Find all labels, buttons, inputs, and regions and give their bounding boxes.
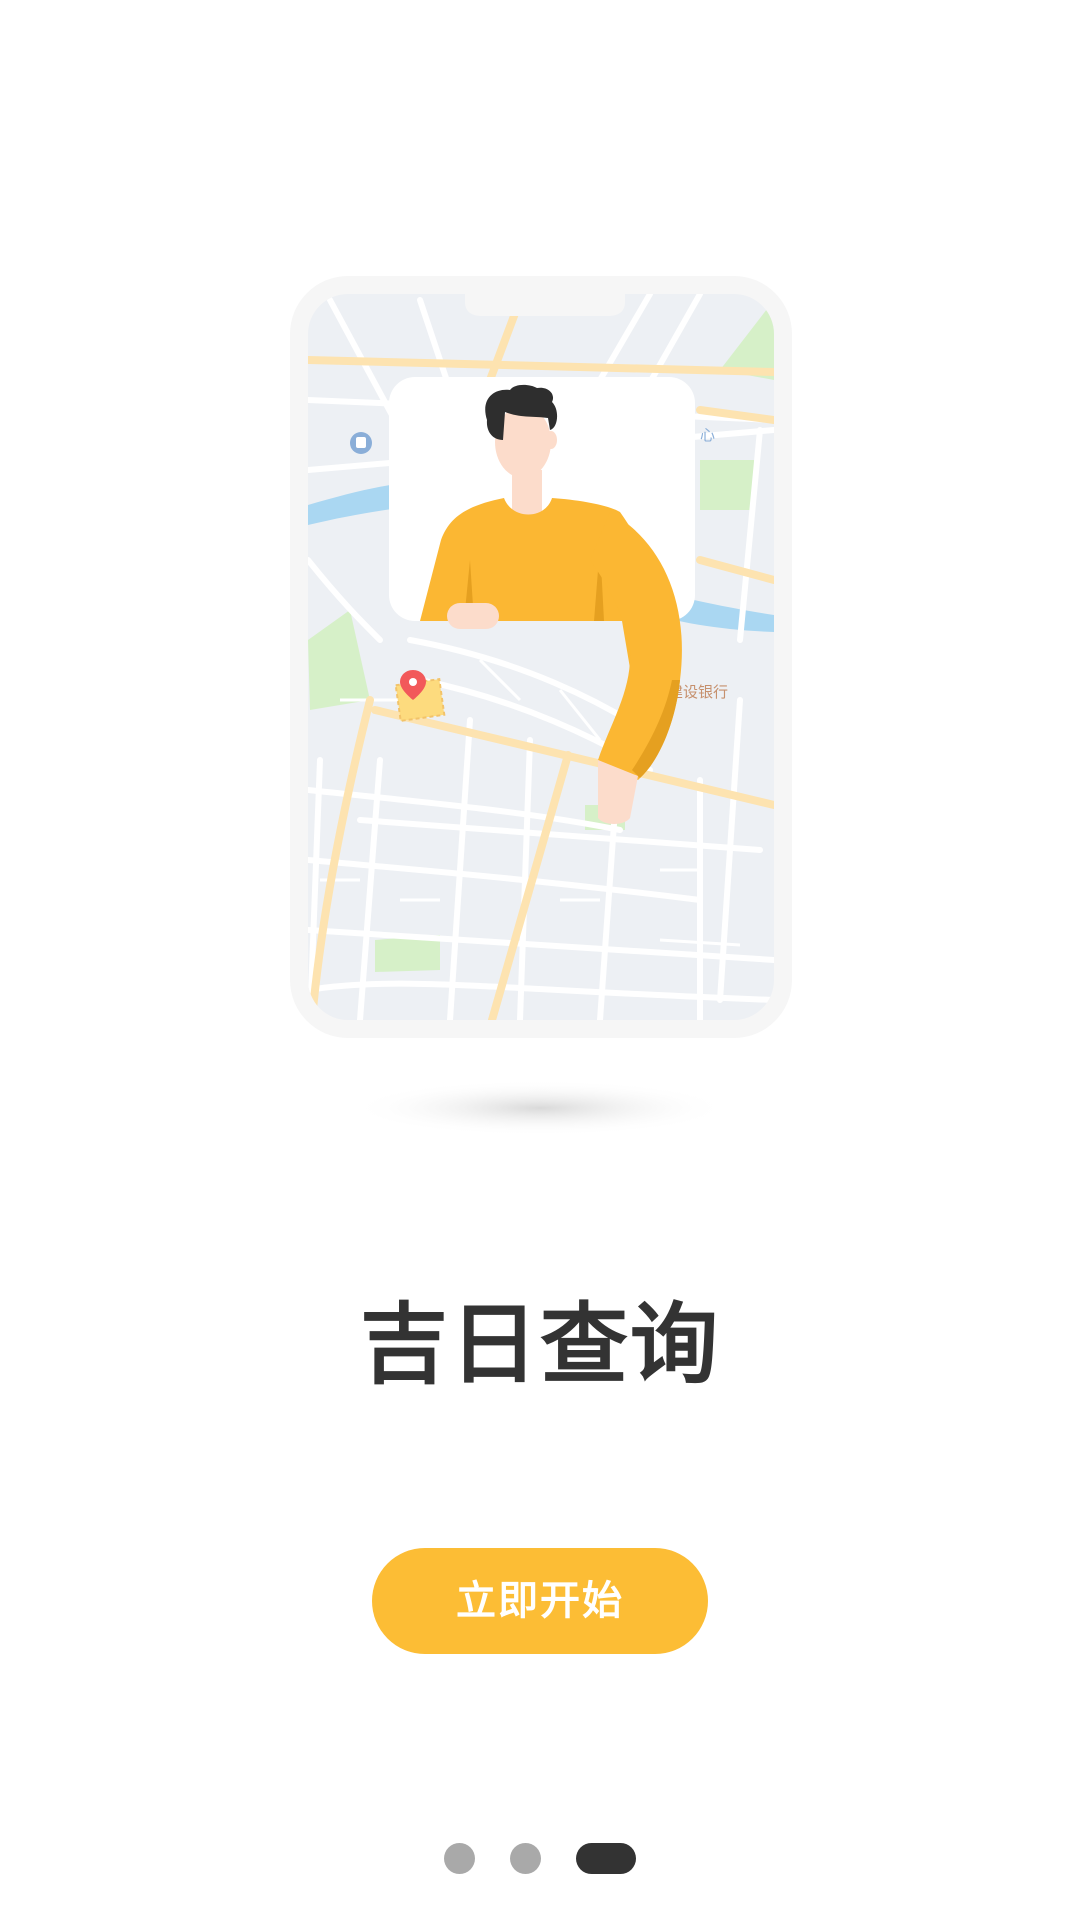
phone-shadow xyxy=(350,1080,730,1136)
start-now-button[interactable]: 立即开始 xyxy=(372,1548,708,1654)
page-dot-3-active[interactable] xyxy=(576,1843,636,1874)
page-dot-2[interactable] xyxy=(510,1843,541,1874)
phone-notch xyxy=(465,294,625,316)
feature-title: 吉日查询 xyxy=(359,1293,720,1396)
page-indicator xyxy=(0,1843,1080,1875)
page-dot-1[interactable] xyxy=(444,1843,475,1874)
onboarding-screen: 心 建设银行 吉日查询 立即开始 xyxy=(0,0,1080,1920)
phone-map-illustration: 心 建设银行 xyxy=(290,276,792,1136)
map-label-center: 心 xyxy=(700,426,715,444)
